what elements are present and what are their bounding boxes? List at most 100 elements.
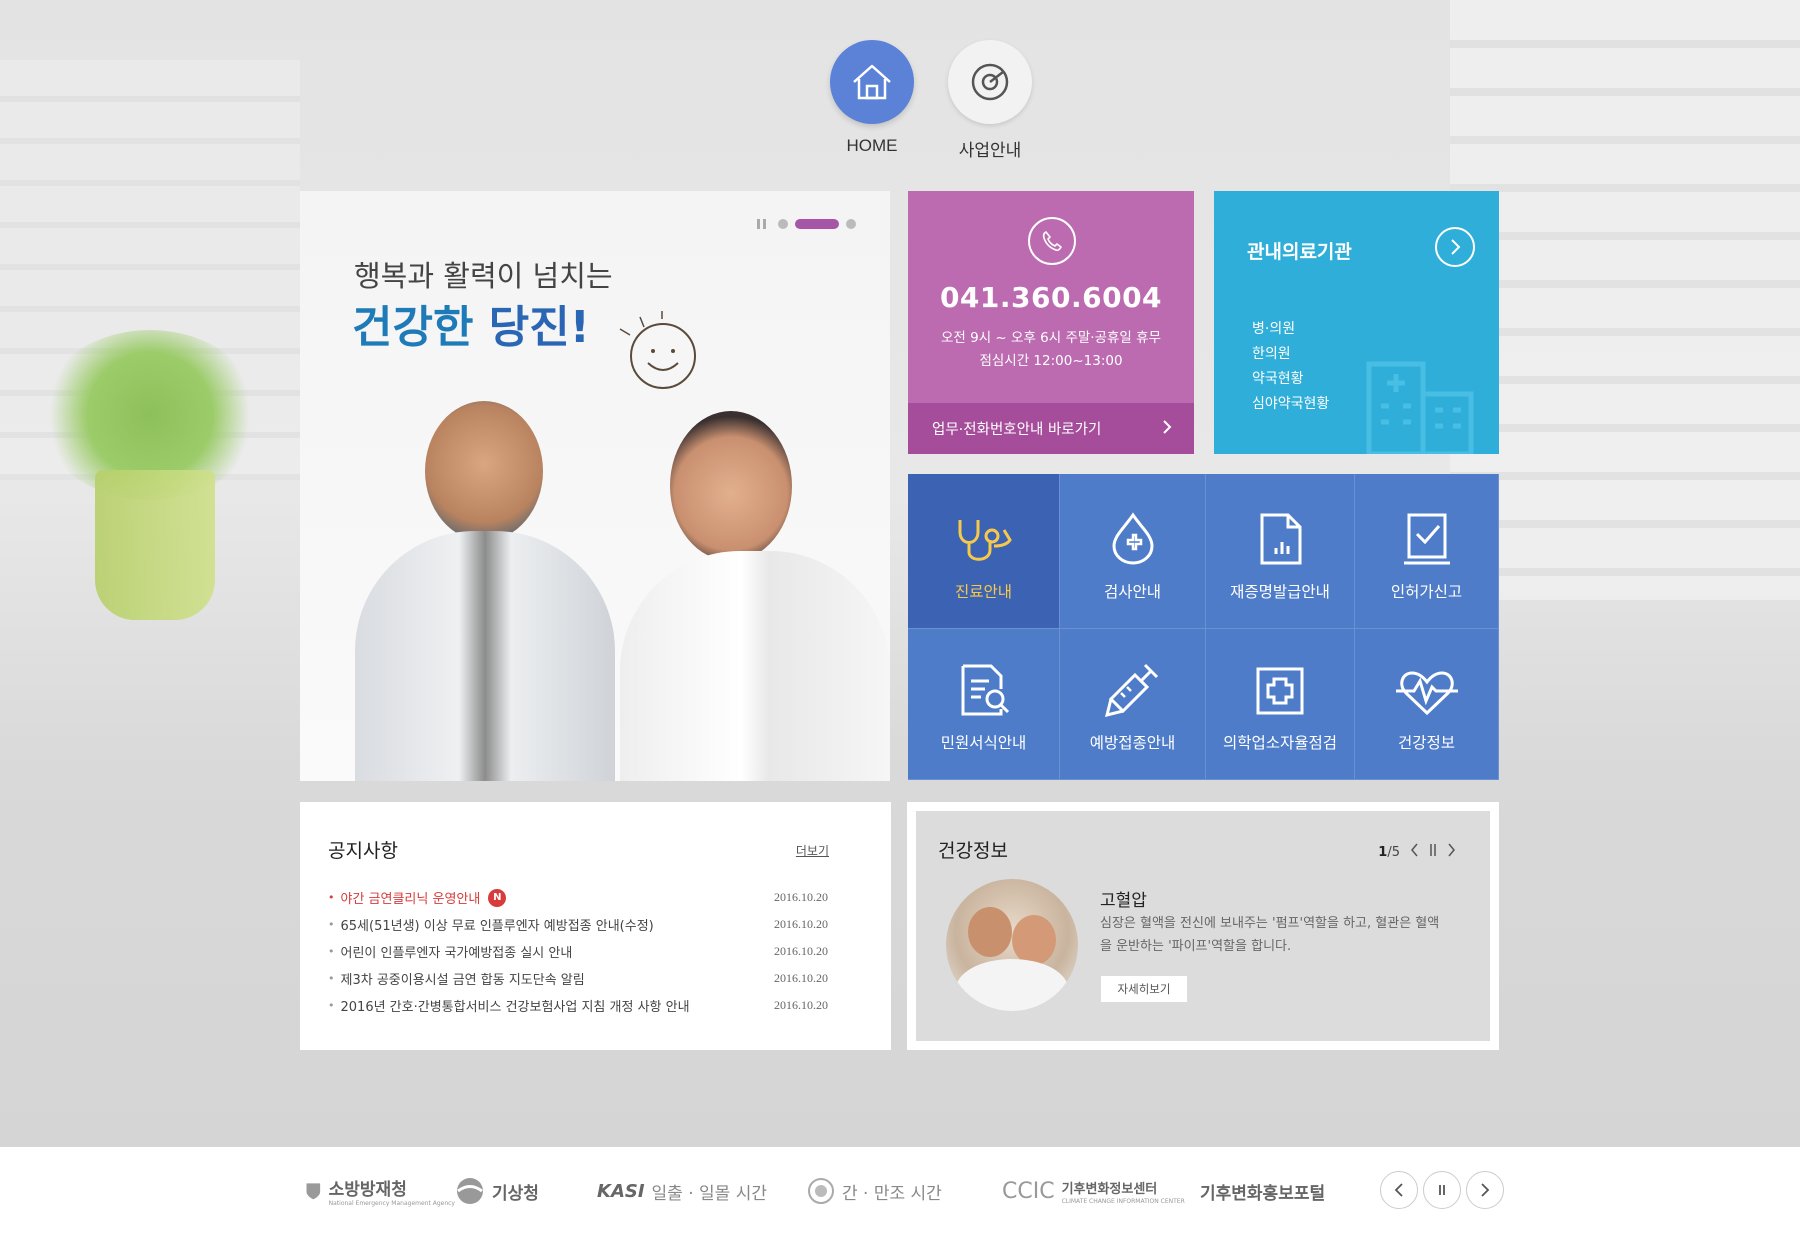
service-label: 재증명발급안내 bbox=[1230, 583, 1330, 601]
seal-icon bbox=[808, 1178, 834, 1204]
service-permit[interactable]: 인허가신고 bbox=[1355, 474, 1499, 629]
chevron-right-icon[interactable] bbox=[1447, 843, 1456, 861]
slider-pause-button[interactable] bbox=[757, 219, 767, 229]
nav-business[interactable]: 사업안내 bbox=[948, 40, 1032, 161]
pause-icon[interactable] bbox=[1423, 1171, 1461, 1209]
health-page-indicator: 1/5 bbox=[1378, 845, 1400, 860]
logo-kma-name: 기상청 bbox=[492, 1183, 539, 1204]
phone-icon bbox=[1028, 217, 1076, 265]
service-treatment[interactable]: 진료안내 bbox=[908, 474, 1060, 629]
service-label: 민원서식안내 bbox=[940, 734, 1027, 752]
pie-chart-icon bbox=[948, 40, 1032, 124]
notice-item-date: 2016.10.20 bbox=[774, 998, 828, 1012]
medical-item-night-pharmacy[interactable]: 심야약국현황 bbox=[1252, 392, 1329, 417]
logo-nema-subtitle: National Emergency Management Agency bbox=[328, 1200, 455, 1207]
document-chart-icon bbox=[1260, 513, 1302, 565]
medical-item-clinic[interactable]: 병·의원 bbox=[1252, 317, 1329, 342]
notice-title: 공지사항 bbox=[328, 840, 398, 862]
notice-more-link[interactable]: 더보기 bbox=[796, 842, 829, 859]
notice-item-date: 2016.10.20 bbox=[774, 944, 828, 958]
document-search-icon bbox=[961, 664, 1009, 716]
service-civil-forms[interactable]: 민원서식안내 bbox=[908, 629, 1060, 780]
service-label: 검사안내 bbox=[1103, 583, 1162, 601]
clipboard-check-icon bbox=[1403, 513, 1450, 565]
health-detail-button[interactable]: 자세히보기 bbox=[1100, 975, 1188, 1003]
medical-institutions-tile: 관내의료기관 병·의원 한의원 약국현황 심야약국현황 bbox=[1214, 191, 1499, 454]
medical-item-oriental[interactable]: 한의원 bbox=[1252, 342, 1329, 367]
logo-nema-name: 소방방재청 bbox=[328, 1180, 407, 1200]
notice-item-title: 야간 금연클리닉 운영안내 bbox=[340, 892, 481, 907]
background-window-right bbox=[1450, 0, 1800, 600]
blood-drop-cross-icon bbox=[1111, 512, 1154, 565]
logo-tide[interactable]: 간 · 만조 시간 bbox=[807, 1177, 1002, 1205]
chevron-left-icon[interactable] bbox=[1380, 1171, 1418, 1209]
office-hours-text: 오전 9시 ~ 오후 6시 주말·공휴일 휴무 bbox=[941, 330, 1161, 346]
notice-item[interactable]: 제3차 공중이용시설 금연 합동 지도단속 알림 2016.10.20 bbox=[328, 965, 829, 992]
service-health-info[interactable]: 건강정보 bbox=[1355, 629, 1499, 780]
top-navigation: HOME 사업안내 bbox=[830, 40, 1032, 161]
slider-controls bbox=[757, 219, 856, 229]
logo-kasi[interactable]: KASI 일출 · 일몰 시간 bbox=[597, 1179, 807, 1204]
hero-headline-part2: 당진! bbox=[488, 302, 590, 353]
lunch-hours-text: 점심시간 12:00~13:00 bbox=[979, 353, 1123, 369]
hero-tagline: 행복과 활력이 넘치는 bbox=[354, 259, 613, 293]
chevron-right-icon[interactable] bbox=[1466, 1171, 1504, 1209]
notice-item-title: 제3차 공중이용시설 금연 합동 지도단속 알림 bbox=[340, 973, 585, 988]
smiley-icon bbox=[619, 311, 696, 389]
notice-item[interactable]: 어린이 인플루엔자 국가예방접종 실시 안내 2016.10.20 bbox=[328, 938, 829, 965]
logo-nema[interactable]: 소방방재청 National Emergency Management Agenc… bbox=[305, 1175, 455, 1207]
notice-item-title: 2016년 간호·간병통합서비스 건강보험사업 지침 개정 사항 안내 bbox=[340, 1000, 690, 1015]
footer-banner: 소방방재청 National Emergency Management Agenc… bbox=[0, 1147, 1800, 1235]
health-item-description: 심장은 혈액을 전신에 보내주는 '펌프'역할을 하고, 혈관은 혈액을 운반하… bbox=[1100, 916, 1440, 954]
logo-ccic[interactable]: CCIC 기후변화정보센터 CLIMATE CHANGE INFORMATION … bbox=[1002, 1178, 1200, 1205]
partner-logos: 소방방재청 National Emergency Management Agenc… bbox=[305, 1175, 1325, 1207]
notice-item-date: 2016.10.20 bbox=[774, 917, 828, 931]
service-examination[interactable]: 검사안내 bbox=[1060, 474, 1206, 629]
notice-list: 야간 금연클리닉 운영안내 N 2016.10.20 65세(51년생) 이상 무… bbox=[328, 884, 828, 1019]
notice-item-date: 2016.10.20 bbox=[774, 971, 828, 985]
slider-dot[interactable] bbox=[846, 219, 856, 229]
notice-item-title: 어린이 인플루엔자 국가예방접종 실시 안내 bbox=[340, 946, 573, 961]
service-label: 의학업소자율점검 bbox=[1222, 734, 1338, 752]
logo-kasi-mark: KASI bbox=[597, 1180, 645, 1202]
nav-home[interactable]: HOME bbox=[830, 40, 914, 161]
hero-headline: 건강한 당진! bbox=[352, 291, 590, 355]
health-info-title: 건강정보 bbox=[938, 840, 1008, 862]
hero-headline-part1: 건강한 bbox=[352, 302, 474, 353]
phone-number: 041.360.6004 bbox=[939, 281, 1163, 314]
slider-dot[interactable] bbox=[778, 219, 788, 229]
service-vaccination[interactable]: 예방접종안내 bbox=[1060, 629, 1206, 780]
phone-directory-link-label: 업무·전화번호안내 바로가기 bbox=[932, 422, 1102, 438]
nav-business-label: 사업안내 bbox=[958, 141, 1022, 160]
logo-ccic-mark: CCIC bbox=[1002, 1178, 1055, 1204]
logo-climate-portal-name: 기후변화홍보포털 bbox=[1200, 1183, 1326, 1204]
medical-institutions-arrow-icon[interactable] bbox=[1435, 227, 1475, 267]
office-hours: 오전 9시 ~ 오후 6시 주말·공휴일 휴무 점심시간 12:00~13:00 bbox=[908, 327, 1194, 373]
syringe-icon bbox=[1104, 663, 1158, 717]
home-icon bbox=[830, 40, 914, 124]
health-info-inner: 건강정보 1/5 고혈압 심장은 혈액을 전신에 보내주는 '펌프'역할을 하고… bbox=[916, 811, 1490, 1041]
service-certificate[interactable]: 재증명발급안내 bbox=[1206, 474, 1355, 629]
hospital-building-icon bbox=[1366, 361, 1474, 454]
chevron-left-icon[interactable] bbox=[1410, 843, 1419, 861]
medical-item-pharmacy[interactable]: 약국현황 bbox=[1252, 367, 1329, 392]
phone-directory-link[interactable]: 업무·전화번호안내 바로가기 bbox=[908, 403, 1194, 454]
logo-kasi-text: 일출 · 일몰 시간 bbox=[651, 1183, 768, 1204]
slider-dot-active[interactable] bbox=[795, 219, 839, 229]
hero-photo-man bbox=[355, 401, 615, 781]
notice-item[interactable]: 65세(51년생) 이상 무료 인플루엔자 예방접종 안내(수정) 2016.1… bbox=[328, 911, 829, 938]
hero-banner: 행복과 활력이 넘치는 건강한 당진! bbox=[300, 191, 890, 781]
logo-climate-portal[interactable]: 기후변화홍보포털 bbox=[1200, 1179, 1325, 1204]
service-label: 인허가신고 bbox=[1390, 583, 1463, 601]
kma-emblem-icon bbox=[457, 1178, 483, 1204]
service-self-inspection[interactable]: 의학업소자율점검 bbox=[1206, 629, 1355, 780]
chevron-right-icon bbox=[1162, 419, 1172, 438]
notice-item[interactable]: 야간 금연클리닉 운영안내 N 2016.10.20 bbox=[328, 884, 828, 911]
medical-box-icon bbox=[1256, 667, 1304, 715]
medical-institutions-list: 병·의원 한의원 약국현황 심야약국현황 bbox=[1252, 317, 1329, 417]
background-plant-pot bbox=[95, 470, 215, 620]
logo-kma[interactable]: 기상청 bbox=[455, 1176, 597, 1206]
notice-item[interactable]: 2016년 간호·간병통합서비스 건강보험사업 지침 개정 사항 안내 2016… bbox=[328, 992, 829, 1019]
health-info-pager: 1/5 bbox=[1378, 843, 1456, 861]
pause-icon[interactable] bbox=[1429, 843, 1437, 861]
